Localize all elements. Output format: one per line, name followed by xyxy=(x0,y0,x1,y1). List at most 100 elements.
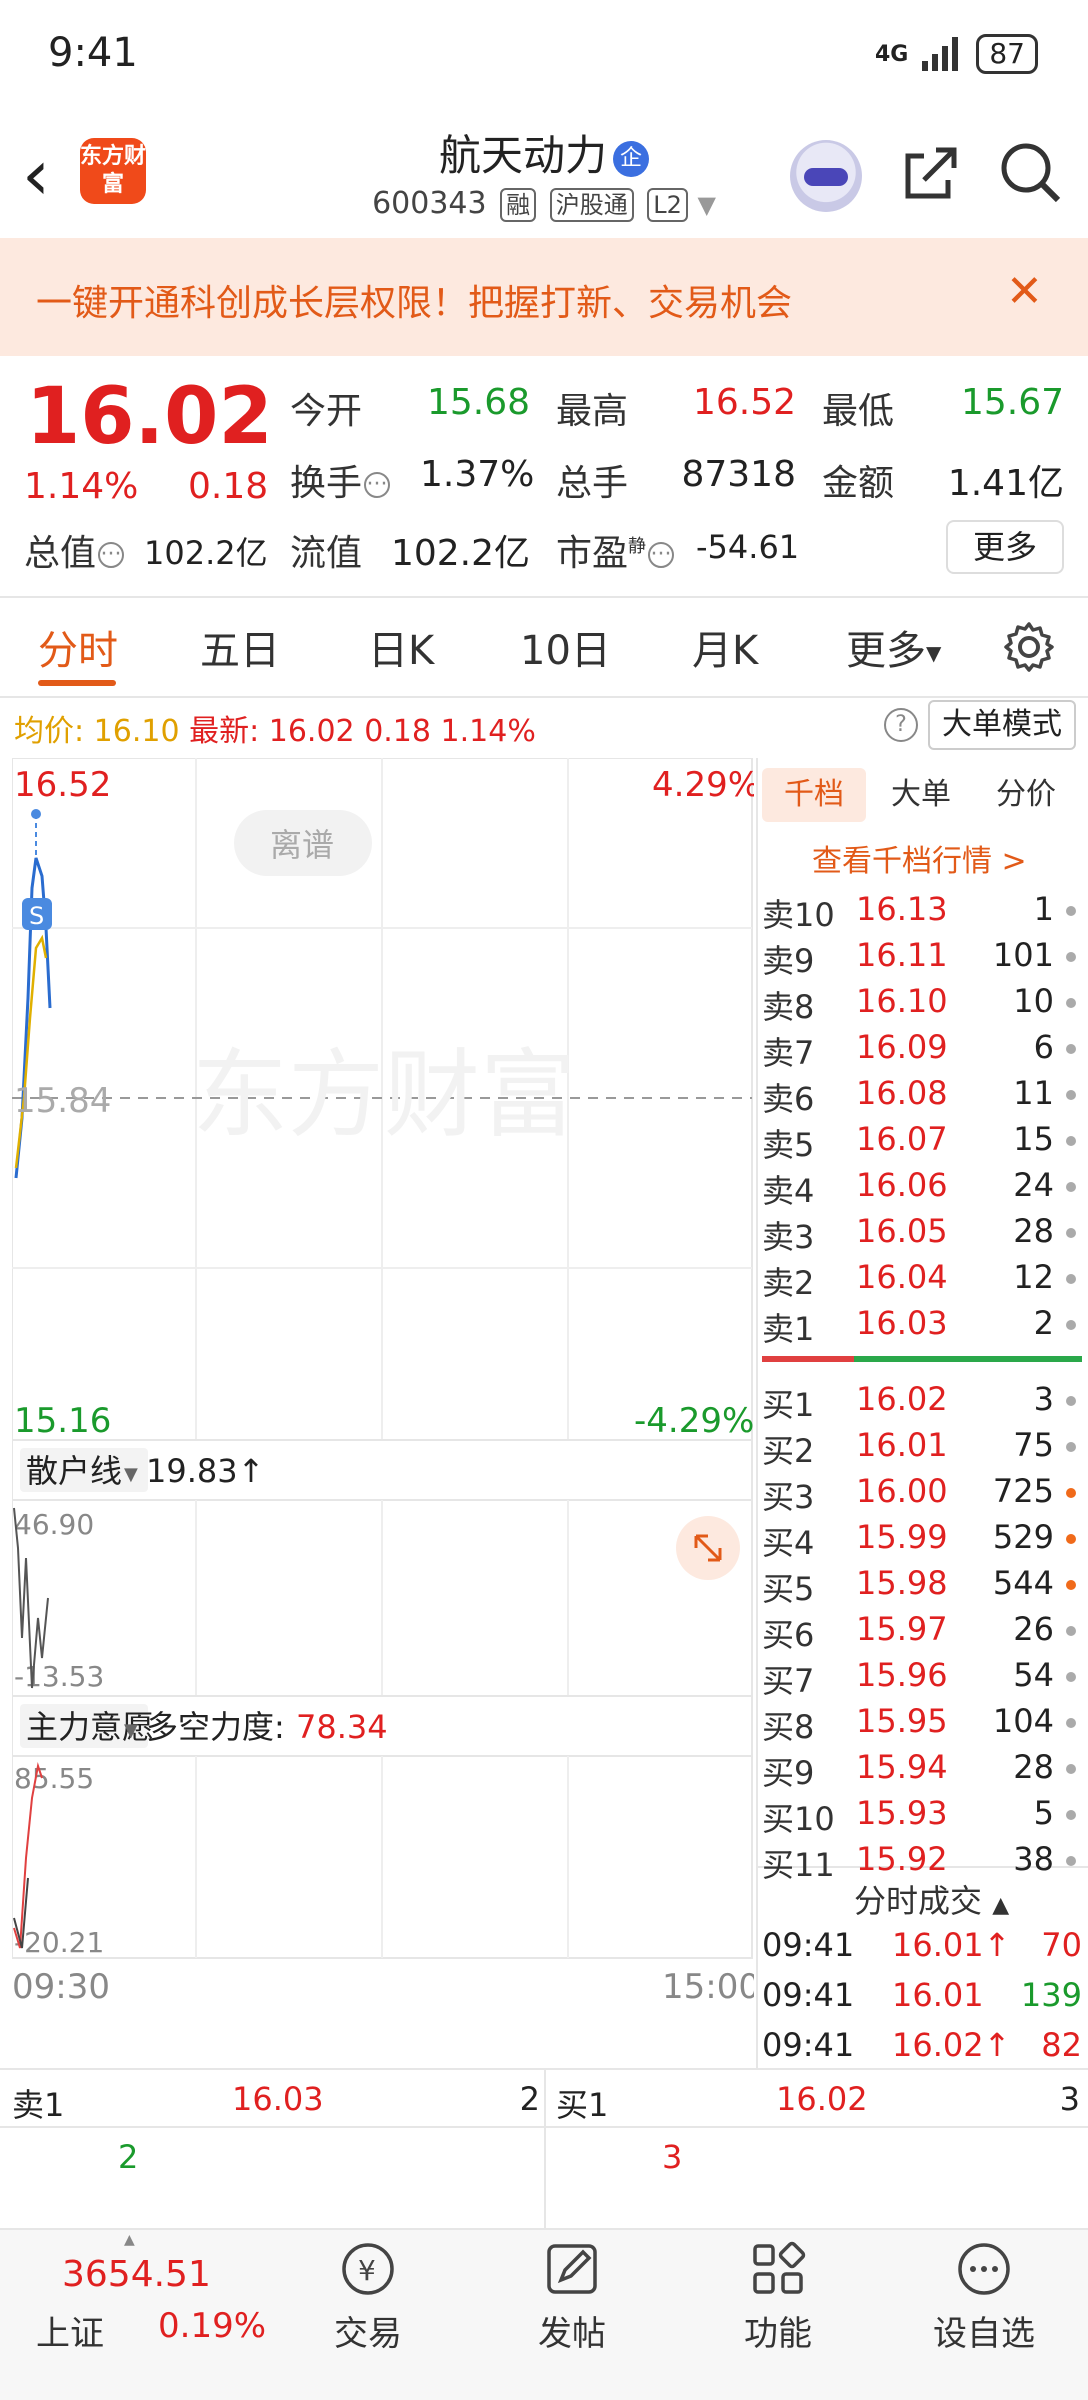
more-dots-icon xyxy=(958,2243,1010,2295)
ask-row[interactable]: 卖9 16.11 101 xyxy=(762,936,1082,982)
ask-qty: 12 xyxy=(1013,1258,1054,1296)
quick-buy-qty: 3 xyxy=(1059,2080,1080,2118)
quick-sell-price[interactable]: 16.03 xyxy=(232,2080,324,2118)
latest-pct: 1.14% xyxy=(440,714,536,749)
info-icon[interactable]: ··· xyxy=(98,542,125,568)
order-dot-icon xyxy=(1066,1672,1076,1682)
axis-top-price: 16.52 xyxy=(14,765,111,805)
avg-price-row: 均价: 16.10 最新: 16.02 0.18 1.14% xyxy=(14,706,536,750)
gear-icon[interactable] xyxy=(1002,620,1056,674)
nav-post[interactable]: 发帖 xyxy=(492,2240,652,2355)
index-value[interactable]: 3654.51 xyxy=(62,2254,211,2295)
ask-price: 16.07 xyxy=(856,1120,948,1158)
bid-qty: 544 xyxy=(992,1564,1054,1602)
order-dot-icon xyxy=(1066,906,1076,916)
view-full-depth-link[interactable]: 查看千档行情 > xyxy=(812,836,1027,880)
sub1-label: 散户线 xyxy=(26,1452,122,1490)
quick-buy-label: 买1 xyxy=(556,2086,609,2124)
tab-monthly-k[interactable]: 月K xyxy=(692,618,758,676)
sub1-max: 46.90 xyxy=(14,1508,94,1541)
bid-row[interactable]: 买4 15.99 529 xyxy=(762,1518,1082,1564)
orderbook-tab-bigorder[interactable]: 大单 xyxy=(876,768,966,822)
orderbook-tab-price[interactable]: 分价 xyxy=(976,768,1076,822)
ask-qty: 10 xyxy=(1013,982,1054,1020)
bid-row[interactable]: 买2 16.01 75 xyxy=(762,1426,1082,1472)
avg-line xyxy=(14,934,48,1169)
bid-row[interactable]: 买11 15.92 38 xyxy=(762,1840,1082,1886)
tag-margin: 融 xyxy=(500,188,537,222)
tab-daily-k[interactable]: 日K xyxy=(368,618,434,676)
volume-label: 总手 xyxy=(556,463,629,504)
ask-price: 16.05 xyxy=(856,1212,948,1250)
ask-row[interactable]: 卖3 16.05 28 xyxy=(762,1212,1082,1258)
bid-price: 16.00 xyxy=(856,1472,948,1510)
caret-down-icon: ▼ xyxy=(124,1720,138,1741)
ask-row[interactable]: 卖8 16.10 10 xyxy=(762,982,1082,1028)
ask-row[interactable]: 卖1 16.03 2 xyxy=(762,1304,1082,1350)
battery-icon: 87 xyxy=(976,34,1038,74)
pe-value: -54.61 xyxy=(696,528,800,566)
ask-row[interactable]: 卖5 16.07 15 xyxy=(762,1120,1082,1166)
bid-level-label: 买5 xyxy=(762,1570,815,1608)
bid-row[interactable]: 买8 15.95 104 xyxy=(762,1702,1082,1748)
ask-price: 16.10 xyxy=(856,982,948,1020)
big-order-mode-button[interactable]: 大单模式 xyxy=(928,700,1076,750)
tab-ten-day[interactable]: 10日 xyxy=(520,618,611,676)
help-icon[interactable]: ? xyxy=(884,708,918,742)
tab-more[interactable]: 更多▼ xyxy=(846,618,941,676)
tab-intraday[interactable]: 分时 xyxy=(38,618,118,676)
open-label: 今开 xyxy=(290,391,363,432)
search-icon[interactable] xyxy=(998,140,1062,204)
order-dot-icon xyxy=(1066,1626,1076,1636)
order-dot-icon xyxy=(1066,1044,1076,1054)
bid-qty: 28 xyxy=(1013,1748,1054,1786)
bid-row[interactable]: 买5 15.98 544 xyxy=(762,1564,1082,1610)
info-icon[interactable]: ··· xyxy=(364,472,391,498)
divider xyxy=(0,596,1088,598)
intraday-chart[interactable]: 东方财富 离谱 S 16.52 4.29% 15.84 15.16 -4.29%… xyxy=(12,758,754,2088)
pe-label: 市盈静 ··· xyxy=(556,524,675,576)
nav-watchlist-label: 设自选 xyxy=(933,2314,1035,2354)
bid-row[interactable]: 买9 15.94 28 xyxy=(762,1748,1082,1794)
tick-volume: 70 xyxy=(1041,1926,1082,1964)
bid-price: 16.02 xyxy=(856,1380,948,1418)
bid-price: 15.92 xyxy=(856,1840,948,1878)
order-dot-icon xyxy=(1066,1488,1076,1498)
tag-level2: L2 xyxy=(647,188,688,222)
caret-down-icon: ▼ xyxy=(697,191,716,219)
index-name[interactable]: 上证 xyxy=(36,2306,104,2355)
bid-price: 15.98 xyxy=(856,1564,948,1602)
ask-row[interactable]: 卖10 16.13 1 xyxy=(762,890,1082,936)
ask-row[interactable]: 卖7 16.09 6 xyxy=(762,1028,1082,1074)
bid-row[interactable]: 买7 15.96 54 xyxy=(762,1656,1082,1702)
more-button[interactable]: 更多 xyxy=(946,520,1064,574)
caret-down-icon: ▼ xyxy=(124,1464,138,1485)
index-pct[interactable]: 0.19% xyxy=(158,2306,266,2346)
close-icon[interactable]: ✕ xyxy=(1006,270,1043,314)
info-icon[interactable]: ··· xyxy=(648,542,675,568)
high-label: 最高 xyxy=(556,391,629,432)
nav-functions[interactable]: 功能 xyxy=(698,2240,858,2355)
nav-watchlist[interactable]: 设自选 xyxy=(904,2240,1064,2355)
bid-row[interactable]: 买10 15.93 5 xyxy=(762,1794,1082,1840)
orderbook-tab-level[interactable]: 千档 xyxy=(762,768,866,822)
caret-down-icon: ▼ xyxy=(926,641,942,665)
ask-row[interactable]: 卖6 16.08 11 xyxy=(762,1074,1082,1120)
promo-text[interactable]: 一键开通科创成长层权限！把握打新、交易机会 xyxy=(36,274,792,326)
ask-row[interactable]: 卖2 16.04 12 xyxy=(762,1258,1082,1304)
bid-row[interactable]: 买6 15.97 26 xyxy=(762,1610,1082,1656)
quick-sell-label: 卖1 xyxy=(12,2086,65,2124)
ask-row[interactable]: 卖4 16.06 24 xyxy=(762,1166,1082,1212)
turnover-value: 1.37% xyxy=(420,454,535,495)
float-value: 102.2亿 xyxy=(390,533,530,574)
volume-value: 87318 xyxy=(681,454,796,495)
bid-row[interactable]: 买1 16.02 3 xyxy=(762,1380,1082,1426)
axis-mid-price: 15.84 xyxy=(14,1081,111,1121)
tab-five-day[interactable]: 五日 xyxy=(200,618,280,676)
assistant-robot-icon[interactable] xyxy=(790,140,862,212)
share-icon[interactable] xyxy=(902,144,960,202)
quick-buy-price[interactable]: 16.02 xyxy=(776,2080,868,2118)
turnover-label: 换手 ··· xyxy=(290,454,391,506)
nav-trade[interactable]: ¥ 交易 xyxy=(288,2240,448,2355)
bid-row[interactable]: 买3 16.00 725 xyxy=(762,1472,1082,1518)
